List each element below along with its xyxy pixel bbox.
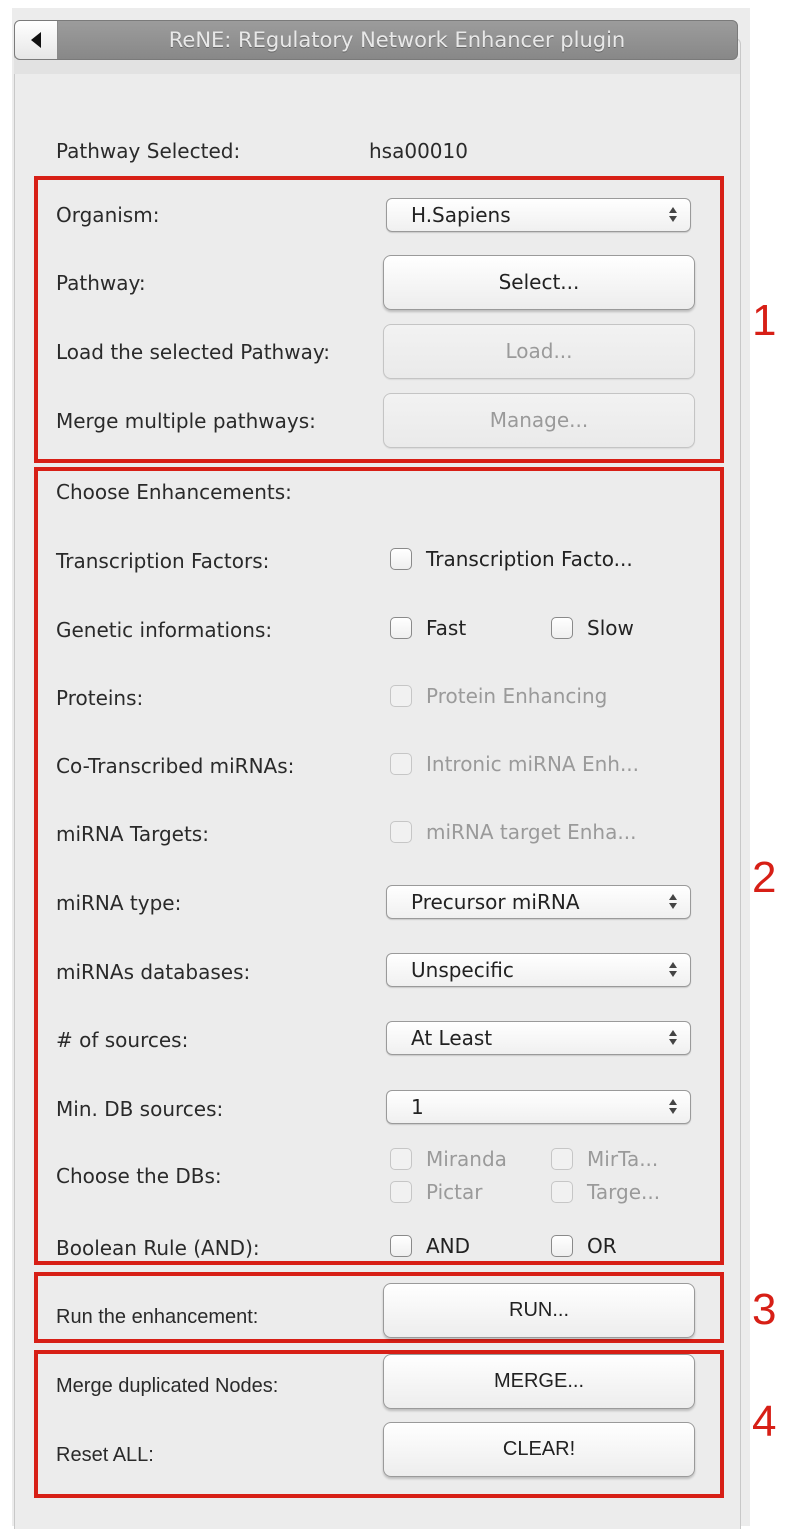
transcription-factors-checkbox[interactable]: Transcription Facto... <box>390 547 633 571</box>
intronic-mirna-checkbox-label: Intronic miRNA Enh... <box>426 752 640 776</box>
up-down-arrows-icon <box>668 207 678 225</box>
section-3-number: 3 <box>752 1285 777 1334</box>
checkbox-box <box>551 1181 573 1203</box>
targetscan-checkbox[interactable]: Targe... <box>551 1180 660 1204</box>
and-checkbox-label: AND <box>426 1234 471 1258</box>
collapse-button[interactable] <box>15 21 58 59</box>
proteins-label: Proteins: <box>56 686 144 710</box>
organism-label: Organism: <box>56 203 160 227</box>
checkbox-box <box>390 1235 412 1257</box>
left-triangle-icon <box>31 32 41 48</box>
genetic-informations-label: Genetic informations: <box>56 618 273 642</box>
num-sources-selected-value: At Least <box>411 1026 493 1050</box>
protein-enhancing-checkbox-label: Protein Enhancing <box>426 684 608 708</box>
mirna-target-checkbox-label: miRNA target Enha... <box>426 820 637 844</box>
section-2-number: 2 <box>752 853 777 902</box>
checkbox-box <box>551 617 573 639</box>
fast-checkbox[interactable]: Fast <box>390 616 466 640</box>
pictar-checkbox[interactable]: Pictar <box>390 1180 483 1204</box>
mirtarbase-checkbox[interactable]: MirTa... <box>551 1147 658 1171</box>
mirna-databases-selected-value: Unspecific <box>411 958 514 982</box>
organism-select[interactable]: H.Sapiens <box>386 198 691 232</box>
miranda-checkbox-label: Miranda <box>426 1147 507 1171</box>
and-checkbox[interactable]: AND <box>390 1234 470 1258</box>
mirna-type-selected-value: Precursor miRNA <box>411 890 580 914</box>
pictar-checkbox-label: Pictar <box>426 1180 483 1204</box>
transcription-factors-checkbox-label: Transcription Facto... <box>426 547 633 571</box>
mirna-type-label: miRNA type: <box>56 891 182 915</box>
merge-multiple-label: Merge multiple pathways: <box>56 409 316 433</box>
up-down-arrows-icon <box>668 894 678 912</box>
boolean-rule-label: Boolean Rule (AND): <box>56 1236 260 1260</box>
miranda-checkbox[interactable]: Miranda <box>390 1147 507 1171</box>
slow-checkbox-label: Slow <box>587 616 634 640</box>
load-pathway-button[interactable]: Load... <box>383 324 695 379</box>
organism-selected-value: H.Sapiens <box>411 203 511 227</box>
mirna-target-checkbox[interactable]: miRNA target Enha... <box>390 820 636 844</box>
slow-checkbox[interactable]: Slow <box>551 616 634 640</box>
checkbox-box <box>390 1181 412 1203</box>
checkbox-box <box>390 685 412 707</box>
up-down-arrows-icon <box>668 962 678 980</box>
min-db-sources-select[interactable]: 1 <box>386 1090 691 1124</box>
intronic-mirna-checkbox[interactable]: Intronic miRNA Enh... <box>390 752 639 776</box>
transcription-factors-label: Transcription Factors: <box>56 549 270 573</box>
clear-button[interactable]: CLEAR! <box>383 1422 695 1477</box>
checkbox-box <box>390 821 412 843</box>
section-4-number: 4 <box>752 1397 777 1446</box>
mirna-targets-label: miRNA Targets: <box>56 822 209 846</box>
min-db-sources-selected-value: 1 <box>411 1095 424 1119</box>
run-enhancement-label: Run the enhancement: <box>56 1306 259 1328</box>
checkbox-box <box>390 1148 412 1170</box>
pathway-selected-value: hsa00010 <box>369 139 468 163</box>
up-down-arrows-icon <box>668 1030 678 1048</box>
mirna-databases-label: miRNAs databases: <box>56 960 251 984</box>
checkbox-box <box>551 1148 573 1170</box>
or-checkbox[interactable]: OR <box>551 1234 617 1258</box>
mirtarbase-checkbox-label: MirTa... <box>587 1147 659 1171</box>
up-down-arrows-icon <box>668 1099 678 1117</box>
or-checkbox-label: OR <box>587 1234 617 1258</box>
protein-enhancing-checkbox[interactable]: Protein Enhancing <box>390 684 607 708</box>
title-bar: ReNE: REgulatory Network Enhancer plugin <box>14 20 738 60</box>
pathway-label: Pathway: <box>56 271 146 295</box>
pathway-selected-label: Pathway Selected: <box>56 139 241 163</box>
checkbox-box <box>390 617 412 639</box>
checkbox-box <box>390 753 412 775</box>
select-pathway-button[interactable]: Select... <box>383 255 695 310</box>
checkbox-box <box>551 1235 573 1257</box>
fast-checkbox-label: Fast <box>426 616 467 640</box>
min-db-sources-label: Min. DB sources: <box>56 1097 224 1121</box>
targetscan-checkbox-label: Targe... <box>587 1180 661 1204</box>
run-button[interactable]: RUN... <box>383 1283 695 1338</box>
mirna-type-select[interactable]: Precursor miRNA <box>386 885 691 919</box>
mirna-databases-select[interactable]: Unspecific <box>386 953 691 987</box>
num-sources-label: # of sources: <box>56 1028 189 1052</box>
merge-button[interactable]: MERGE... <box>383 1354 695 1409</box>
section-1-number: 1 <box>752 296 777 345</box>
manage-pathways-button[interactable]: Manage... <box>383 393 695 448</box>
choose-enhancements-heading: Choose Enhancements: <box>56 480 292 504</box>
checkbox-box <box>390 548 412 570</box>
title-bar-underlay <box>14 58 740 74</box>
section-2-outline <box>34 467 724 1265</box>
choose-dbs-label: Choose the DBs: <box>56 1164 222 1188</box>
num-sources-select[interactable]: At Least <box>386 1021 691 1055</box>
merge-nodes-label: Merge duplicated Nodes: <box>56 1375 279 1397</box>
load-pathway-label: Load the selected Pathway: <box>56 340 330 364</box>
window-title: ReNE: REgulatory Network Enhancer plugin <box>168 28 626 52</box>
reset-all-label: Reset ALL: <box>56 1444 154 1466</box>
co-transcribed-label: Co-Transcribed miRNAs: <box>56 754 295 778</box>
